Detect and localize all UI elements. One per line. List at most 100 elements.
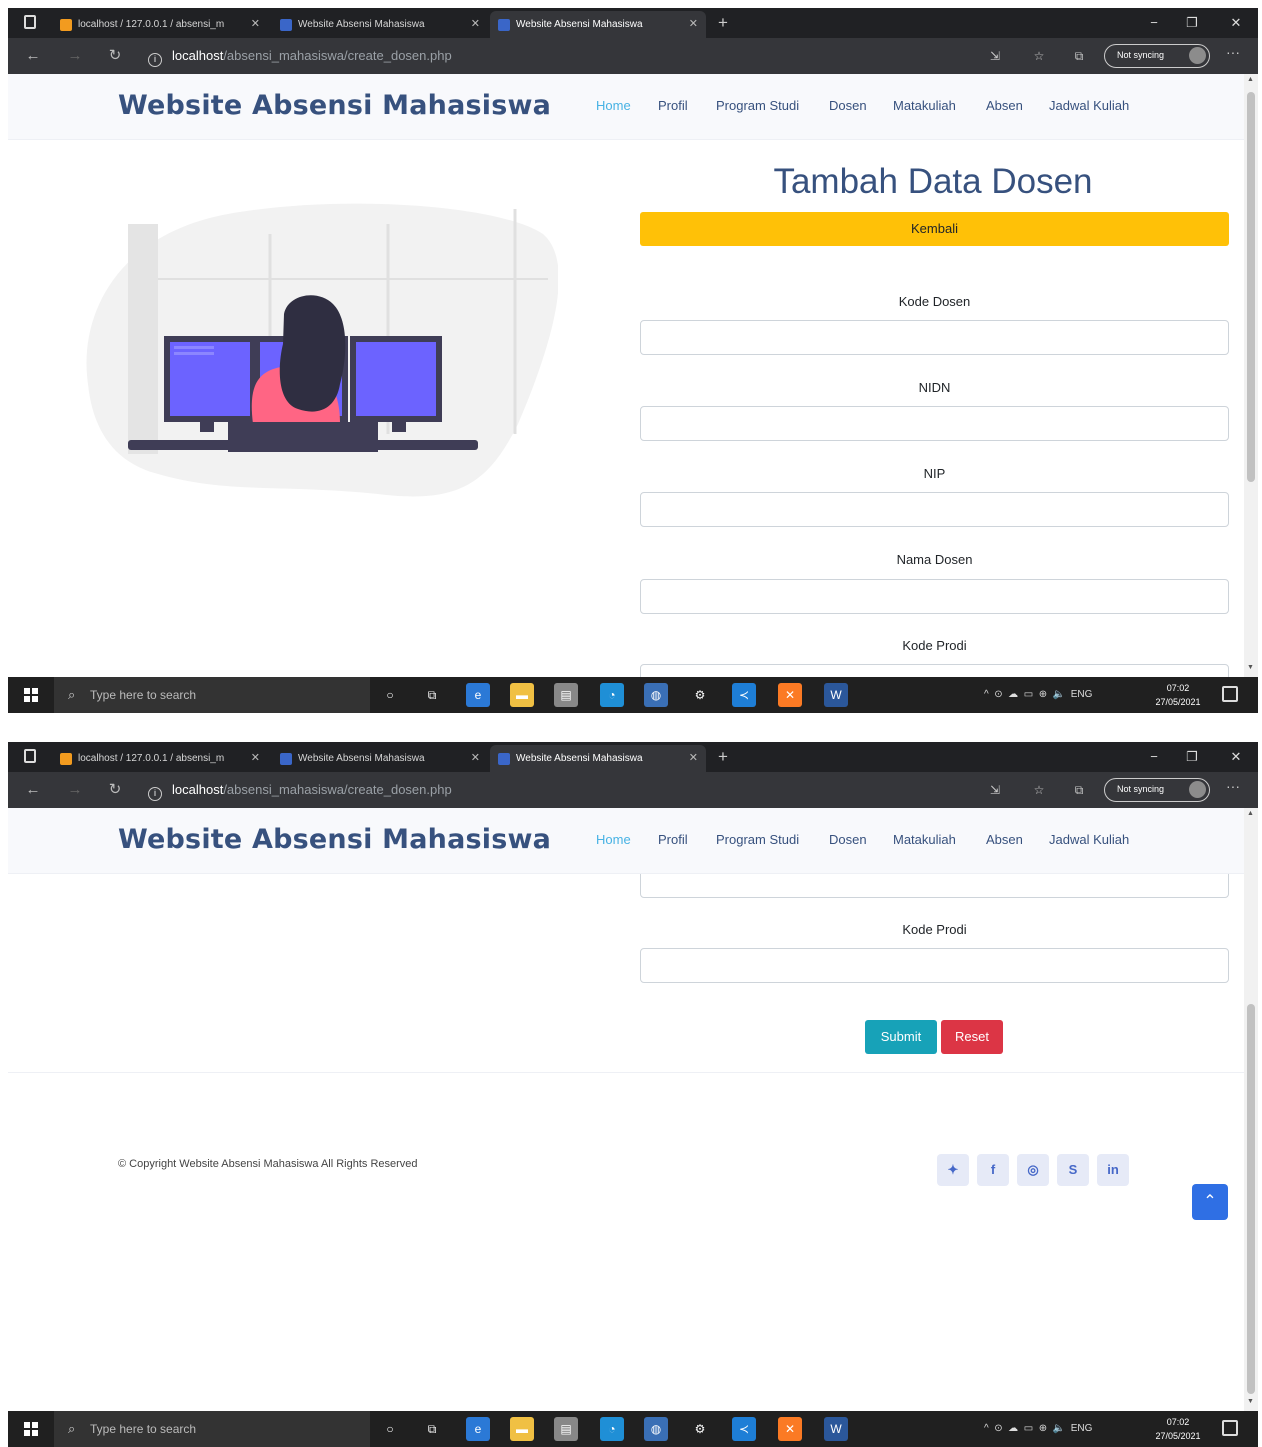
cortana-icon[interactable]: ○ [378, 683, 402, 707]
close-icon[interactable]: ✕ [471, 745, 480, 772]
reset-button[interactable]: Reset [941, 1020, 1003, 1054]
clock[interactable]: 07:02 27/05/2021 [1148, 681, 1208, 709]
scroll-down-icon[interactable]: ▼ [1247, 1398, 1254, 1405]
minimize-icon[interactable]: − [1136, 742, 1172, 772]
reload-icon[interactable]: ↻ [104, 779, 126, 801]
tab-website-1[interactable]: Website Absensi Mahasiswa ✕ [272, 745, 488, 772]
scroll-up-icon[interactable]: ▲ [1247, 76, 1254, 83]
site-logo[interactable]: Website Absensi Mahasiswa [118, 90, 551, 121]
sync-button[interactable]: Not syncing [1104, 778, 1210, 802]
reload-icon[interactable]: ↻ [104, 45, 126, 67]
new-tab-icon[interactable]: + [718, 10, 728, 36]
file-explorer-icon[interactable]: ▬ [510, 683, 534, 707]
more-icon[interactable]: ··· [1226, 44, 1240, 60]
window-close-icon[interactable]: ✕ [1218, 742, 1254, 772]
store-icon[interactable]: ▤ [554, 1417, 578, 1441]
tab-phpmyadmin[interactable]: localhost / 127.0.0.1 / absensi_m ✕ [52, 11, 268, 38]
file-explorer-icon[interactable]: ▬ [510, 1417, 534, 1441]
forward-arrow-icon[interactable]: → [64, 779, 86, 801]
edge-legacy-icon[interactable]: e [466, 683, 490, 707]
vscode-icon[interactable]: ≺ [732, 683, 756, 707]
tab-actions-icon[interactable] [24, 749, 36, 763]
tab-actions-icon[interactable] [24, 15, 36, 29]
favorites-icon[interactable]: ☆ [1030, 781, 1048, 799]
close-icon[interactable]: ✕ [471, 11, 480, 38]
notification-icon[interactable] [1222, 1420, 1238, 1436]
settings-icon[interactable]: ⚙ [688, 683, 712, 707]
instagram-icon[interactable]: ◎ [1017, 1154, 1049, 1186]
back-button[interactable]: Kembali [640, 212, 1229, 246]
back-to-top-button[interactable]: ⌃ [1192, 1184, 1228, 1220]
taskbar-search[interactable]: ⌕ Type here to search [54, 1411, 370, 1447]
back-arrow-icon[interactable]: ← [22, 779, 44, 801]
xampp-icon[interactable]: ✕ [778, 683, 802, 707]
nip-input[interactable] [640, 492, 1229, 527]
url-field[interactable]: i localhost/absensi_mahasiswa/create_dose… [148, 45, 968, 67]
linkedin-icon[interactable]: in [1097, 1154, 1129, 1186]
scrollbar[interactable]: ▲ ▼ [1244, 808, 1258, 1411]
globe-icon[interactable]: ◍ [644, 683, 668, 707]
submit-button[interactable]: Submit [865, 1020, 937, 1054]
kode-prodi-input[interactable] [640, 948, 1229, 983]
nav-dosen[interactable]: Dosen [829, 832, 867, 847]
tab-website-1[interactable]: Website Absensi Mahasiswa ✕ [272, 11, 488, 38]
facebook-icon[interactable]: f [977, 1154, 1009, 1186]
xampp-icon[interactable]: ✕ [778, 1417, 802, 1441]
nav-matakuliah[interactable]: Matakuliah [893, 98, 956, 113]
tab-website-active[interactable]: Website Absensi Mahasiswa ✕ [490, 11, 706, 38]
twitter-icon[interactable]: ✦ [937, 1154, 969, 1186]
site-logo[interactable]: Website Absensi Mahasiswa [118, 824, 551, 855]
edge-legacy-icon[interactable]: e [466, 1417, 490, 1441]
nav-jadwal-kuliah[interactable]: Jadwal Kuliah [1049, 98, 1129, 113]
scrollbar-thumb[interactable] [1247, 1004, 1255, 1394]
collections-icon[interactable]: ⧉ [1070, 781, 1088, 799]
scrollbar[interactable]: ▲ ▼ [1244, 74, 1258, 677]
windows-start-icon[interactable] [24, 1422, 38, 1436]
windows-start-icon[interactable] [24, 688, 38, 702]
notification-icon[interactable] [1222, 686, 1238, 702]
back-arrow-icon[interactable]: ← [22, 45, 44, 67]
scrollbar-thumb[interactable] [1247, 92, 1255, 482]
settings-icon[interactable]: ⚙ [688, 1417, 712, 1441]
nav-home[interactable]: Home [596, 832, 631, 847]
edge-icon[interactable]: ◔ [600, 683, 624, 707]
globe-icon[interactable]: ◍ [644, 1417, 668, 1441]
kode-dosen-input[interactable] [640, 320, 1229, 355]
minimize-icon[interactable]: − [1136, 8, 1172, 38]
cortana-icon[interactable]: ○ [378, 1417, 402, 1441]
language-indicator[interactable]: ENG [1071, 1423, 1093, 1434]
edge-icon[interactable]: ◔ [600, 1417, 624, 1441]
close-icon[interactable]: ✕ [251, 745, 260, 772]
vscode-icon[interactable]: ≺ [732, 1417, 756, 1441]
nav-matakuliah[interactable]: Matakuliah [893, 832, 956, 847]
taskbar-search[interactable]: ⌕ Type here to search [54, 677, 370, 713]
scroll-up-icon[interactable]: ▲ [1247, 810, 1254, 817]
url-field[interactable]: i localhost/absensi_mahasiswa/create_dose… [148, 779, 968, 801]
restore-icon[interactable]: ❐ [1174, 8, 1210, 38]
read-aloud-icon[interactable]: ⇲ [986, 47, 1004, 65]
nav-profil[interactable]: Profil [658, 98, 688, 113]
restore-icon[interactable]: ❐ [1174, 742, 1210, 772]
nav-dosen[interactable]: Dosen [829, 98, 867, 113]
close-icon[interactable]: ✕ [251, 11, 260, 38]
close-icon[interactable]: ✕ [689, 11, 698, 38]
info-icon[interactable]: i [148, 53, 162, 67]
new-tab-icon[interactable]: + [718, 744, 728, 770]
clock[interactable]: 07:02 27/05/2021 [1148, 1415, 1208, 1443]
word-icon[interactable]: W [824, 1417, 848, 1441]
nav-jadwal-kuliah[interactable]: Jadwal Kuliah [1049, 832, 1129, 847]
forward-arrow-icon[interactable]: → [64, 45, 86, 67]
sync-button[interactable]: Not syncing [1104, 44, 1210, 68]
language-indicator[interactable]: ENG [1071, 689, 1093, 700]
word-icon[interactable]: W [824, 683, 848, 707]
collections-icon[interactable]: ⧉ [1070, 47, 1088, 65]
window-close-icon[interactable]: ✕ [1218, 8, 1254, 38]
nav-absen[interactable]: Absen [986, 832, 1023, 847]
read-aloud-icon[interactable]: ⇲ [986, 781, 1004, 799]
nav-absen[interactable]: Absen [986, 98, 1023, 113]
nav-profil[interactable]: Profil [658, 832, 688, 847]
close-icon[interactable]: ✕ [689, 745, 698, 772]
nama-dosen-input[interactable] [640, 579, 1229, 614]
nidn-input[interactable] [640, 406, 1229, 441]
favorites-icon[interactable]: ☆ [1030, 47, 1048, 65]
